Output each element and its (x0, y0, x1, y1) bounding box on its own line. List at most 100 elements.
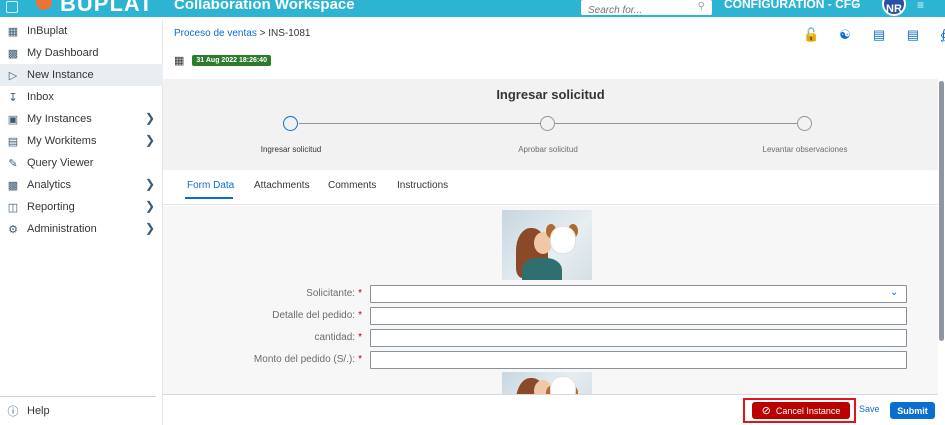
tab-instructions[interactable]: Instructions (397, 180, 448, 191)
sidebar-item-query-viewer[interactable]: ✎ Query Viewer (0, 152, 163, 174)
top-bar: BUPLAT Collaboration Workspace ⚲ CONFIGU… (0, 0, 945, 17)
sidebar-divider (0, 396, 156, 397)
chevron-right-icon: ❯ (145, 133, 156, 147)
tab-form-data[interactable]: Form Data (187, 180, 234, 191)
sidebar-item-administration[interactable]: ⚙ Administration ❯ (0, 218, 163, 240)
breadcrumb-separator: > (256, 28, 269, 39)
configuration-label[interactable]: CONFIGURATION - CFG (724, 0, 860, 11)
menu-icon[interactable] (6, 1, 18, 13)
layers-icon[interactable]: ≡ (917, 0, 924, 12)
field-monto: Monto del pedido (S/.): * (163, 351, 938, 369)
sidebar-item-label: My Instances (27, 113, 92, 125)
breadcrumb-link[interactable]: Proceso de ventas (174, 28, 257, 39)
sidebar-item-analytics[interactable]: ▩ Analytics ❯ (0, 174, 163, 196)
form-image-2 (502, 372, 592, 394)
calendar-icon: ▦ (174, 55, 185, 67)
save-button[interactable]: Save (859, 404, 880, 414)
wizard-title: Ingresar solicitud (496, 87, 605, 102)
sidebar-item-reporting[interactable]: ◫ Reporting ❯ (0, 196, 163, 218)
instances-icon: ▣ (7, 113, 19, 126)
tab-bar: Form Data Attachments Comments Instructi… (163, 170, 938, 205)
monto-input[interactable] (370, 351, 907, 369)
sidebar-item-new-instance[interactable]: ▷ New Instance (0, 64, 163, 86)
field-label: Solicitante: * (306, 288, 362, 299)
sidebar-item-label: New Instance (27, 69, 94, 81)
header-actions: 🔓 ☯ ▤ ▤ ∰ (803, 27, 945, 43)
step-label-1: Ingresar solicitud (260, 145, 322, 154)
reporting-icon: ◫ (7, 201, 19, 214)
required-mark: * (358, 310, 362, 321)
sidebar-item-label: Help (27, 405, 50, 417)
history-icon[interactable]: ▤ (871, 27, 887, 43)
chevron-right-icon: ❯ (145, 177, 156, 191)
tab-attachments[interactable]: Attachments (254, 180, 310, 191)
dashboard-icon: ▩ (7, 47, 19, 60)
required-mark: * (358, 354, 362, 365)
scrollbar[interactable] (938, 79, 945, 425)
form-image (502, 210, 592, 280)
chevron-right-icon: ❯ (145, 199, 156, 213)
cancel-instance-button[interactable]: ⊘ Cancel Instance (752, 402, 850, 419)
workitems-icon: ▤ (7, 135, 19, 148)
sidebar-item-inbuplat[interactable]: ▦ InBuplat (0, 20, 163, 42)
field-cantidad: cantidad: * (163, 329, 938, 347)
required-mark: * (358, 332, 362, 343)
sidebar-item-label: Reporting (27, 201, 75, 213)
inbox-icon: ↧ (8, 91, 18, 104)
step-circle-3[interactable] (797, 116, 812, 131)
date-badge: 31 Aug 2022 18:26:40 (192, 55, 271, 66)
users-icon[interactable]: ☯ (837, 27, 853, 43)
sidebar-item-label: Analytics (27, 179, 72, 191)
field-label: cantidad: * (314, 332, 363, 343)
breadcrumb: Proceso de ventas > INS-1081 (174, 28, 310, 39)
search-input[interactable] (588, 4, 688, 17)
chevron-right-icon: ❯ (145, 221, 156, 235)
bell-icon[interactable]: ♭ (852, 0, 857, 11)
chevron-right-icon: ❯ (145, 111, 156, 125)
search-icon[interactable]: ⚲ (698, 1, 705, 12)
breadcrumb-current: INS-1081 (268, 28, 311, 39)
avatar[interactable]: NR (882, 0, 906, 16)
analytics-icon: ▩ (7, 179, 19, 192)
solicitante-select[interactable] (370, 285, 907, 303)
sidebar-item-my-dashboard[interactable]: ▩ My Dashboard (0, 42, 163, 64)
field-solicitante: Solicitante: * ⌄ (163, 285, 938, 303)
required-mark: * (358, 288, 362, 299)
flow-icon[interactable]: ∰ (939, 27, 945, 43)
cancel-instance-label: Cancel Instance (775, 405, 841, 416)
step-circle-2[interactable] (540, 116, 555, 131)
sidebar-item-my-workitems[interactable]: ▤ My Workitems ❯ (0, 130, 163, 152)
sidebar-item-label: InBuplat (27, 25, 68, 37)
step-circle-1[interactable] (283, 116, 298, 131)
ban-icon: ⊘ (761, 405, 771, 417)
sidebar-item-my-instances[interactable]: ▣ My Instances ❯ (0, 108, 163, 130)
field-label: Monto del pedido (S/.): * (253, 354, 362, 365)
step-label-2: Aprobar solicitud (518, 145, 578, 154)
sidebar-item-help[interactable]: ⓘ Help (0, 400, 163, 422)
field-detalle: Detalle del pedido: * (163, 307, 938, 325)
chevron-down-icon[interactable]: ⌄ (890, 287, 898, 298)
sidebar-item-inbox[interactable]: ↧ Inbox (0, 86, 163, 108)
sidebar: ▦ InBuplat ▩ My Dashboard ▷ New Instance… (0, 20, 163, 425)
step-label-3: Levantar observaciones (762, 145, 848, 154)
cantidad-input[interactable] (370, 329, 907, 347)
app-title: Collaboration Workspace (174, 0, 355, 13)
field-label: Detalle del pedido: * (272, 310, 362, 321)
action-footer: ⊘ Cancel Instance Save Submit (163, 394, 938, 425)
form-area: Solicitante: * ⌄ Detalle del pedido: * can… (163, 206, 938, 394)
new-instance-icon: ▷ (8, 69, 18, 82)
detalle-input[interactable] (370, 307, 907, 325)
search-box[interactable]: ⚲ (581, 0, 712, 17)
unlock-icon[interactable]: 🔓 (803, 27, 819, 43)
submit-button[interactable]: Submit (890, 402, 935, 419)
sidebar-item-label: Administration (27, 223, 97, 235)
sidebar-item-label: My Workitems (27, 135, 97, 147)
active-tab-indicator (185, 197, 233, 199)
sidebar-item-label: Inbox (27, 91, 54, 103)
logo-text: BUPLAT (60, 0, 154, 16)
tab-comments[interactable]: Comments (328, 180, 376, 191)
document-icon[interactable]: ▤ (905, 27, 921, 43)
scrollbar-thumb[interactable] (939, 81, 944, 341)
query-icon: ✎ (8, 157, 18, 170)
sidebar-item-label: My Dashboard (27, 47, 99, 59)
